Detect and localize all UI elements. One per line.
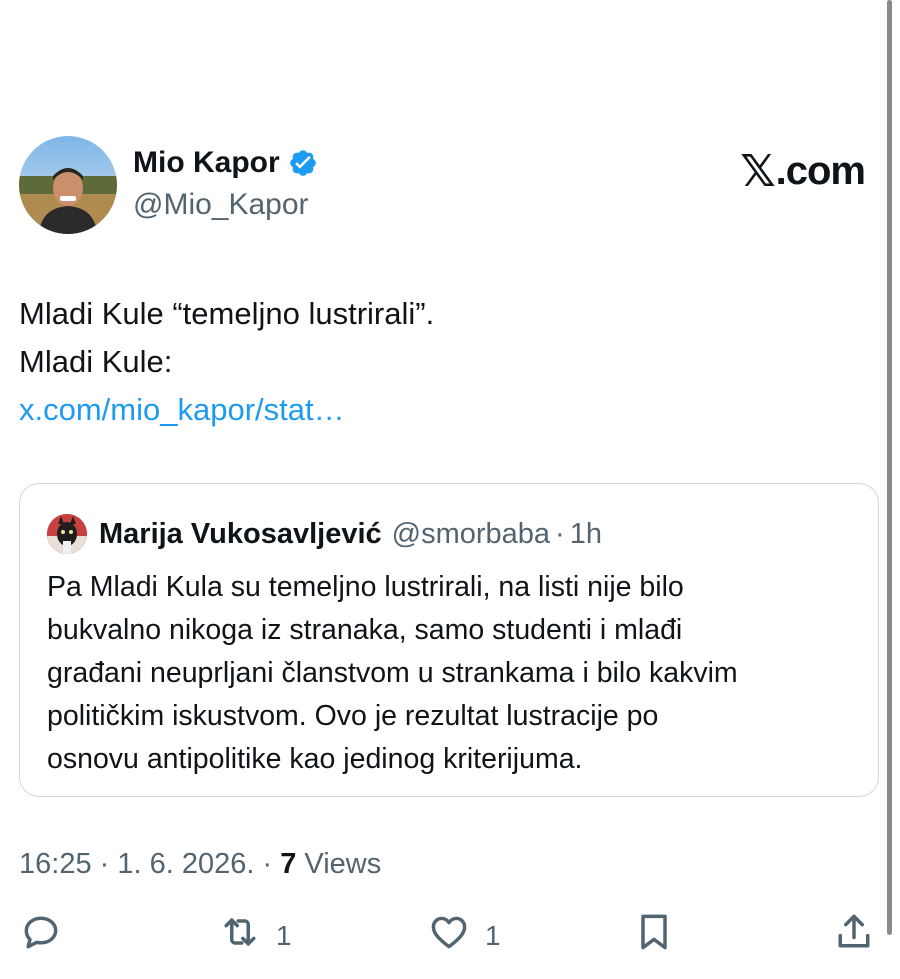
meta-separator: · (91, 848, 118, 880)
quote-line: građani neuprljani članstvom u strankama… (47, 657, 738, 689)
views-label: Views (296, 848, 382, 880)
tweet-text: Mladi Kule “temeljno lustrirali”. Mladi … (19, 290, 434, 434)
share-icon (832, 910, 876, 961)
quote-body: Pa Mladi Kula su temeljno lustrirali, na… (47, 566, 857, 781)
x-logo-icon: 𝕏 (740, 147, 775, 196)
bookmark-button[interactable] (632, 910, 676, 961)
scrollbar[interactable] (887, 0, 892, 935)
tweet-time[interactable]: 16:25 (19, 848, 92, 880)
share-button[interactable] (832, 910, 876, 961)
reply-icon (19, 910, 63, 961)
quoted-tweet-card[interactable]: Marija Vukosavljević @smorbaba · 1h Pa M… (19, 483, 879, 797)
retweet-button[interactable]: 1 (218, 910, 292, 961)
like-count: 1 (485, 919, 501, 951)
meta-separator: · (254, 848, 281, 880)
quote-separator: · (555, 517, 565, 550)
tweet-line: Mladi Kule “temeljno lustrirali”. (19, 296, 435, 331)
xcom-logo-text: .com (775, 149, 866, 193)
verified-badge-icon (288, 148, 318, 178)
like-button[interactable]: 1 (427, 910, 501, 961)
author-name[interactable]: Mio Kapor (133, 146, 280, 180)
tweet-link[interactable]: x.com/mio_kapor/stat… (19, 386, 434, 434)
quote-author-name[interactable]: Marija Vukosavljević (99, 518, 382, 551)
heart-icon (427, 910, 471, 961)
retweet-count: 1 (276, 919, 292, 951)
author-name-row[interactable]: Mio Kapor (133, 146, 318, 180)
action-bar: 1 1 (0, 910, 900, 966)
quote-line: Pa Mladi Kula su temeljno lustrirali, na… (47, 571, 684, 603)
author-handle[interactable]: @Mio_Kapor (133, 188, 309, 222)
retweet-icon (218, 910, 262, 961)
author-avatar[interactable] (19, 136, 117, 234)
quote-timestamp[interactable]: 1h (570, 518, 602, 551)
bookmark-icon (632, 910, 676, 961)
quote-line: bukvalno nikoga iz stranaka, samo studen… (47, 614, 683, 646)
quote-author-handle[interactable]: @smorbaba (392, 518, 550, 551)
quote-header: Marija Vukosavljević @smorbaba · 1h (47, 514, 602, 554)
tweet-meta: 16:25 · 1. 6. 2026. · 7 Views (19, 848, 381, 881)
quote-line: političkim iskustvom. Ovo je rezultat lu… (47, 700, 659, 732)
xcom-logo: 𝕏 .com (740, 146, 866, 197)
tweet-line: Mladi Kule: (19, 344, 173, 379)
views-count: 7 (280, 848, 297, 880)
quote-author-avatar[interactable] (47, 514, 87, 554)
tweet-date[interactable]: 1. 6. 2026. (117, 848, 254, 880)
reply-button[interactable] (19, 910, 63, 961)
quote-line: osnovu antipolitike kao jedinog kriterij… (47, 743, 583, 775)
